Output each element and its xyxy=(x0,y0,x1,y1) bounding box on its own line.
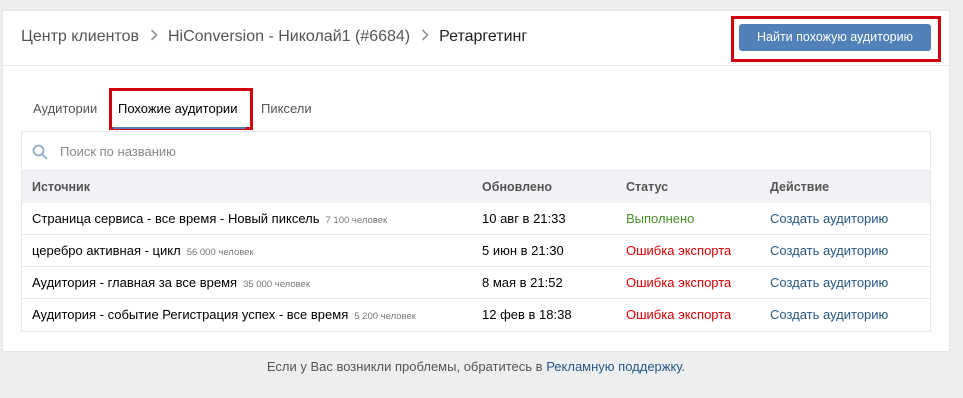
page-header: Центр клиентов HiConversion - Николай1 (… xyxy=(3,11,949,66)
footer: Если у Вас возникли проблемы, обратитесь… xyxy=(2,352,950,382)
create-audience-link[interactable]: Создать аудиторию xyxy=(770,275,888,290)
find-lookalike-audience-button[interactable]: Найти похожую аудиторию xyxy=(739,24,931,51)
chevron-right-icon xyxy=(421,28,429,46)
create-audience-link[interactable]: Создать аудиторию xyxy=(770,243,888,258)
status-text: Ошибка экспорта xyxy=(626,307,732,322)
status-text: Ошибка экспорта xyxy=(626,243,732,258)
breadcrumb-current: Ретаргетинг xyxy=(439,28,528,45)
ad-support-link[interactable]: Рекламную поддержку xyxy=(546,359,681,374)
tab-audiences[interactable]: Аудитории xyxy=(33,101,97,116)
row-updated: 10 авг в 21:33 xyxy=(482,211,566,226)
table-row: церебро активная - цикл 56 000 человек 5 … xyxy=(22,235,930,267)
active-tab-indicator xyxy=(113,127,246,129)
breadcrumb-item-clients[interactable]: Центр клиентов xyxy=(21,28,139,46)
retargeting-card: Центр клиентов HiConversion - Николай1 (… xyxy=(2,10,950,352)
breadcrumb-item-account[interactable]: HiConversion - Николай1 (#6684) xyxy=(168,28,410,46)
row-source: Аудитория - главная за все время 35 000 ч… xyxy=(32,275,310,290)
tab-pixels[interactable]: Пиксели xyxy=(261,101,312,116)
chevron-right-icon xyxy=(150,28,158,46)
create-audience-link[interactable]: Создать аудиторию xyxy=(770,307,888,322)
audience-count: 5 200 человек xyxy=(354,311,416,322)
audience-count: 35 000 человек xyxy=(243,279,310,290)
search-input[interactable] xyxy=(60,141,560,161)
column-header-status: Статус xyxy=(626,180,669,194)
table-row: Аудитория - главная за все время 35 000 ч… xyxy=(22,267,930,299)
source-name: Страница сервиса - все время - Новый пик… xyxy=(32,211,320,226)
audiences-table: Источник Обновлено Статус Действие Стран… xyxy=(21,131,931,332)
row-source: церебро активная - цикл 56 000 человек xyxy=(32,243,254,258)
column-header-updated: Обновлено xyxy=(482,180,553,194)
row-updated: 8 мая в 21:52 xyxy=(482,275,563,290)
status-text: Ошибка экспорта xyxy=(626,275,732,290)
audience-count: 56 000 человек xyxy=(186,247,254,258)
row-source: Страница сервиса - все время - Новый пик… xyxy=(32,211,387,226)
row-source: Аудитория - событие Регистрация успех - … xyxy=(32,307,416,322)
source-name: церебро активная - цикл xyxy=(32,243,181,258)
column-header-source: Источник xyxy=(32,180,90,194)
column-header-action: Действие xyxy=(770,180,830,194)
table-row: Аудитория - событие Регистрация успех - … xyxy=(22,299,930,331)
footer-end: . xyxy=(681,359,686,374)
table-row: Страница сервиса - все время - Новый пик… xyxy=(22,203,930,235)
source-name: Аудитория - главная за все время xyxy=(32,275,238,290)
footer-text: Если у Вас возникли проблемы, обратитесь… xyxy=(266,359,547,374)
create-audience-link[interactable]: Создать аудиторию xyxy=(770,211,888,226)
tab-lookalike-audiences[interactable]: Похожие аудитории xyxy=(118,101,237,116)
table-header: Источник Обновлено Статус Действие xyxy=(22,171,930,203)
row-updated: 12 фев в 18:38 xyxy=(482,307,572,322)
audience-count: 7 100 человек xyxy=(325,215,388,226)
source-name: Аудитория - событие Регистрация успех - … xyxy=(32,307,349,322)
status-text: Выполнено xyxy=(626,211,695,226)
row-updated: 5 июн в 21:30 xyxy=(482,243,564,258)
search-icon xyxy=(32,144,48,160)
breadcrumb: Центр клиентов HiConversion - Николай1 (… xyxy=(21,28,527,46)
search-bar xyxy=(22,132,930,171)
